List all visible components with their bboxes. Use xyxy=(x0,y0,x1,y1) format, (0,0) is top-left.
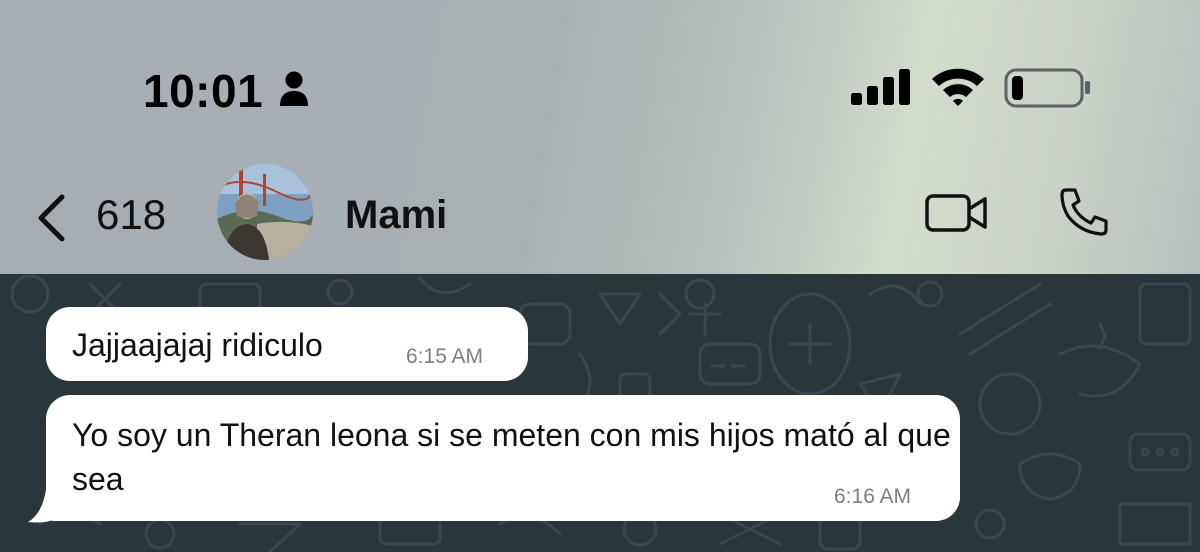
phone-call-icon[interactable] xyxy=(1058,186,1110,238)
message-bubble[interactable]: Yo soy un Theran leona si se meten con m… xyxy=(46,395,960,521)
message-text: Jajjaajajaj ridiculo xyxy=(72,327,323,363)
message-timestamp: 6:16 AM xyxy=(834,485,912,508)
message-timestamp: 6:15 AM xyxy=(406,345,484,368)
battery-icon xyxy=(1004,68,1090,108)
chat-header: 10:01 618 Mami xyxy=(0,0,1200,274)
contact-avatar[interactable] xyxy=(217,164,313,260)
video-call-icon[interactable] xyxy=(924,193,988,233)
back-chevron-icon[interactable] xyxy=(34,193,68,243)
person-icon xyxy=(280,71,308,106)
contact-name[interactable]: Mami xyxy=(345,193,447,238)
status-time: 10:01 xyxy=(143,65,264,117)
wifi-icon xyxy=(932,68,984,106)
message-bubble[interactable]: Jajjaajajaj ridiculo 6:15 AM xyxy=(46,307,528,381)
message-text: Yo soy un Theran leona si se meten con m… xyxy=(72,417,951,497)
back-unread-count[interactable]: 618 xyxy=(96,191,166,239)
cellular-signal-icon xyxy=(851,69,910,105)
